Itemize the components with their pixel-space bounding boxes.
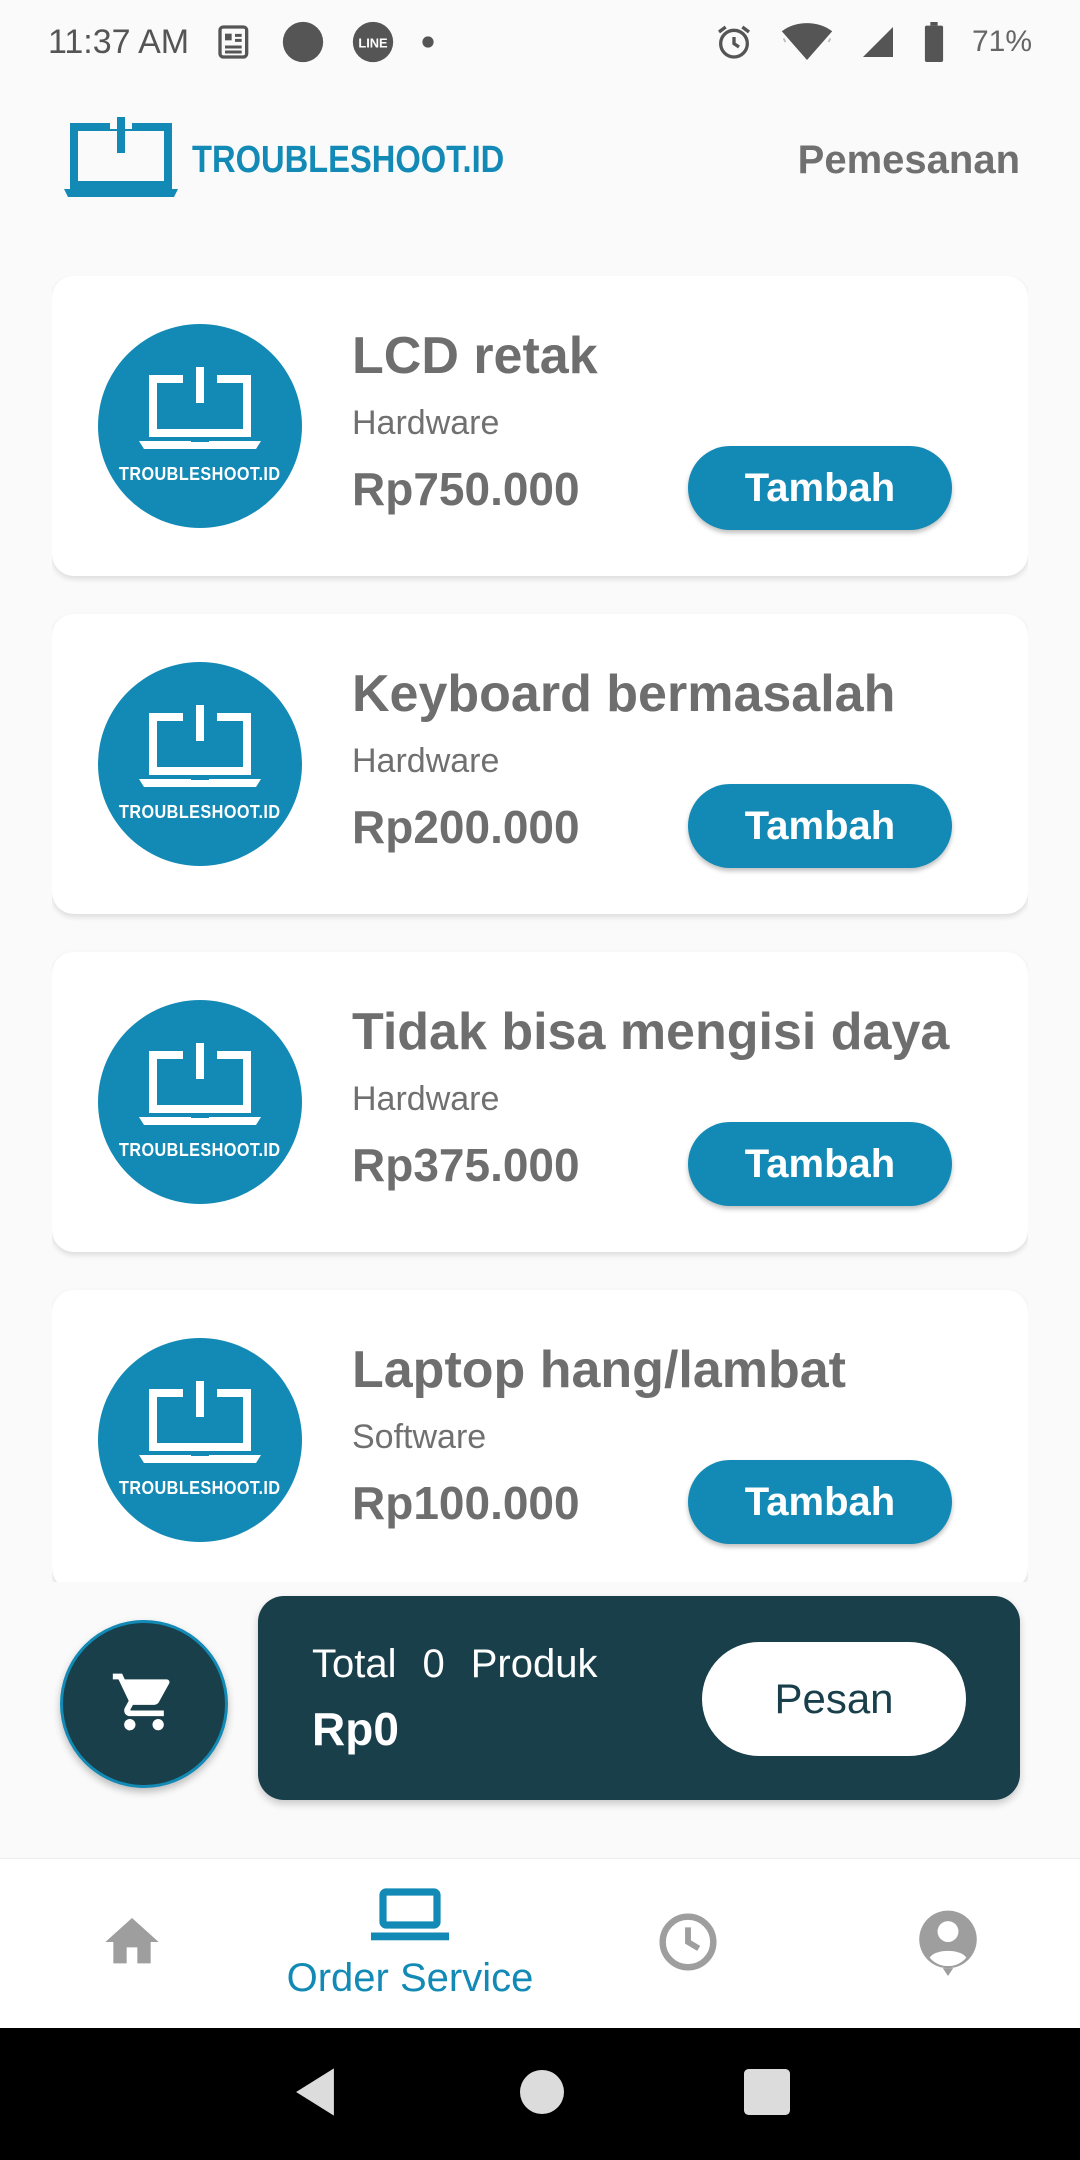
product-price: Rp200.000 xyxy=(352,801,580,853)
product-title: LCD retak xyxy=(352,327,598,385)
product-card: TROUBLESHOOT.ID LCD retak Hardware Rp750… xyxy=(52,276,1028,576)
product-category: Software xyxy=(352,1418,487,1456)
product-category: Hardware xyxy=(352,742,500,780)
back-icon[interactable] xyxy=(290,2066,340,2123)
nav-item-history[interactable] xyxy=(558,1859,818,2029)
product-title: Laptop hang/lambat xyxy=(352,1341,846,1399)
status-time: 11:37 AM xyxy=(48,22,190,61)
product-logo-text: TROUBLESHOOT.ID xyxy=(119,802,281,822)
product-logo-text: TROUBLESHOOT.ID xyxy=(119,1140,281,1160)
product-logo: TROUBLESHOOT.ID xyxy=(98,1338,302,1542)
status-bar-left: 11:37 AM LINE xyxy=(48,20,435,64)
product-category: Hardware xyxy=(352,404,500,442)
status-bar: 11:37 AM LINE 71% xyxy=(0,0,1080,84)
system-navigation-bar xyxy=(0,2028,1080,2160)
cart-count: 0 xyxy=(422,1642,445,1686)
nav-label-order-service: Order Service xyxy=(286,1956,534,2000)
cart-item-count: Total 0 Produk xyxy=(312,1642,598,1687)
cart-total: Rp0 xyxy=(312,1703,399,1755)
cart-summary-prefix: Total xyxy=(312,1642,397,1686)
cart-summary-panel: Total 0 Produk Rp0 Pesan xyxy=(258,1596,1020,1800)
wifi-icon xyxy=(780,22,834,62)
product-logo: TROUBLESHOOT.ID xyxy=(98,1000,302,1204)
product-list[interactable]: TROUBLESHOOT.ID LCD retak Hardware Rp750… xyxy=(52,276,1028,1582)
brand-name: TROUBLESHOOT.ID xyxy=(192,138,505,181)
app-header: TROUBLESHOOT.ID Pemesanan xyxy=(0,110,1080,210)
line-app-icon: LINE xyxy=(351,20,395,64)
battery-icon xyxy=(922,22,946,62)
recents-icon[interactable] xyxy=(744,2068,790,2120)
clock-icon xyxy=(656,1910,720,1979)
bottom-navigation: Order Service xyxy=(0,1858,1080,2028)
cart-button[interactable] xyxy=(60,1620,228,1788)
product-price: Rp100.000 xyxy=(352,1477,580,1529)
nav-item-order-service[interactable]: Order Service xyxy=(280,1859,540,2029)
product-card: TROUBLESHOOT.ID Laptop hang/lambat Softw… xyxy=(52,1290,1028,1582)
nav-item-account[interactable] xyxy=(818,1859,1078,2029)
status-bar-right: 71% xyxy=(714,22,1032,62)
cart-icon xyxy=(110,1668,178,1741)
laptop-icon xyxy=(137,367,263,458)
laptop-icon xyxy=(137,1381,263,1472)
home-icon xyxy=(100,1910,164,1979)
product-logo: TROUBLESHOOT.ID xyxy=(98,324,302,528)
news-icon xyxy=(215,22,255,62)
add-button[interactable]: Tambah xyxy=(688,1460,952,1544)
orders-link[interactable]: Pemesanan xyxy=(798,138,1020,183)
add-button[interactable]: Tambah xyxy=(688,446,952,530)
product-category: Hardware xyxy=(352,1080,500,1118)
brand-logo: TROUBLESHOOT.ID xyxy=(64,116,555,204)
alarm-icon xyxy=(714,22,754,62)
product-card: TROUBLESHOOT.ID Tidak bisa mengisi daya … xyxy=(52,952,1028,1252)
product-logo-text: TROUBLESHOOT.ID xyxy=(119,464,281,484)
laptop-icon xyxy=(137,705,263,796)
product-logo: TROUBLESHOOT.ID xyxy=(98,662,302,866)
home-circle-icon[interactable] xyxy=(520,2069,564,2119)
cart-summary-suffix: Produk xyxy=(470,1642,598,1686)
laptop-icon xyxy=(137,1043,263,1134)
circle-notification-icon xyxy=(281,20,325,64)
battery-percent: 71% xyxy=(971,25,1032,58)
add-button[interactable]: Tambah xyxy=(688,784,952,868)
laptop-logo-icon xyxy=(64,116,178,204)
product-card: TROUBLESHOOT.ID Keyboard bermasalah Hard… xyxy=(52,614,1028,914)
account-icon xyxy=(916,1908,980,1981)
laptop-icon xyxy=(371,1887,449,1950)
signal-icon xyxy=(860,24,896,60)
product-logo-text: TROUBLESHOOT.ID xyxy=(119,1478,281,1498)
svg-text:LINE: LINE xyxy=(359,36,389,51)
product-price: Rp375.000 xyxy=(352,1139,580,1191)
add-button[interactable]: Tambah xyxy=(688,1122,952,1206)
product-title: Keyboard bermasalah xyxy=(352,665,896,723)
product-title: Tidak bisa mengisi daya xyxy=(352,1003,950,1061)
product-price: Rp750.000 xyxy=(352,463,580,515)
nav-item-home[interactable] xyxy=(2,1859,262,2029)
order-button[interactable]: Pesan xyxy=(702,1642,966,1756)
dot-icon xyxy=(421,35,435,49)
